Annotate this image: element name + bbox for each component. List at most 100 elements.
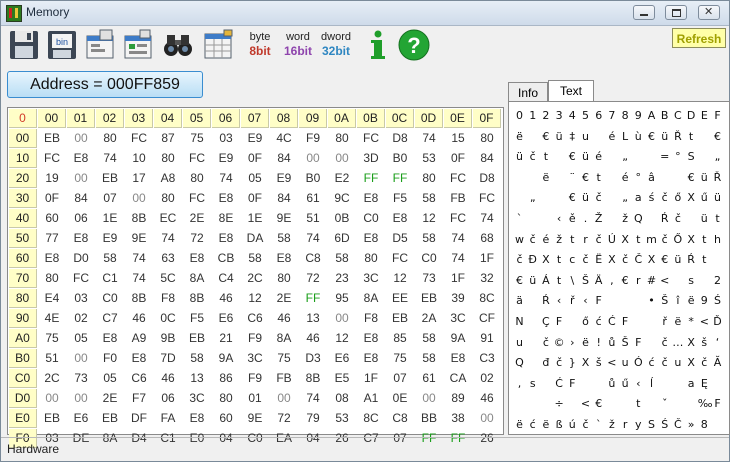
hex-byte-cell[interactable]: E8 — [357, 329, 385, 348]
hex-byte-cell[interactable]: 46 — [212, 289, 240, 308]
dword-32bit-button[interactable]: dword 32bit — [318, 30, 354, 62]
hex-byte-cell[interactable]: 58 — [415, 189, 443, 208]
hex-byte-cell[interactable]: E8 — [357, 349, 385, 368]
hex-byte-cell[interactable]: 9A — [212, 349, 240, 368]
hex-byte-cell[interactable]: 72 — [270, 409, 298, 428]
hex-byte-cell[interactable]: 68 — [473, 229, 501, 248]
hex-byte-cell[interactable]: 72 — [299, 269, 327, 288]
hex-byte-cell[interactable]: 02 — [67, 309, 95, 328]
hex-byte-cell[interactable]: 21 — [212, 329, 240, 348]
hex-byte-cell[interactable]: 2C — [241, 269, 269, 288]
save-floppy-icon[interactable] — [8, 28, 40, 62]
hex-byte-cell[interactable]: 19 — [38, 169, 66, 188]
hex-byte-cell[interactable]: 53 — [328, 409, 356, 428]
hex-byte-cell[interactable]: 06 — [67, 209, 95, 228]
hex-byte-cell[interactable]: 3C — [241, 349, 269, 368]
hex-byte-cell[interactable]: 8A — [270, 329, 298, 348]
hex-byte-cell[interactable]: E6 — [67, 409, 95, 428]
hex-byte-cell[interactable]: 2E — [96, 389, 124, 408]
hex-byte-cell[interactable]: 84 — [270, 149, 298, 168]
hex-byte-cell[interactable]: FF — [299, 289, 327, 308]
hex-byte-cell[interactable]: 89 — [444, 389, 472, 408]
hex-byte-cell[interactable]: 3C — [183, 389, 211, 408]
hex-byte-cell[interactable]: 60 — [38, 209, 66, 228]
hex-byte-cell[interactable]: 1F — [473, 249, 501, 268]
hex-byte-cell[interactable]: BB — [415, 409, 443, 428]
hex-byte-cell[interactable]: 86 — [212, 369, 240, 388]
hex-byte-cell[interactable]: 05 — [96, 369, 124, 388]
hex-byte-cell[interactable]: 32 — [473, 269, 501, 288]
hex-byte-cell[interactable]: 80 — [357, 249, 385, 268]
hex-byte-cell[interactable]: 5C — [154, 269, 182, 288]
hex-byte-cell[interactable]: 46 — [154, 369, 182, 388]
hex-byte-cell[interactable]: 8B — [125, 289, 153, 308]
info-icon[interactable] — [362, 28, 394, 62]
hex-byte-cell[interactable]: 4E — [38, 309, 66, 328]
hex-byte-cell[interactable]: 80 — [415, 169, 443, 188]
hex-byte-cell[interactable]: E9 — [212, 149, 240, 168]
hex-byte-cell[interactable]: 58 — [415, 329, 443, 348]
hex-byte-cell[interactable]: 00 — [328, 149, 356, 168]
hex-byte-cell[interactable]: 2A — [415, 309, 443, 328]
hex-byte-cell[interactable]: 61 — [415, 369, 443, 388]
hex-byte-cell[interactable]: FC — [183, 189, 211, 208]
byte-8bit-button[interactable]: byte 8bit — [242, 30, 278, 62]
hex-byte-cell[interactable]: FC — [125, 129, 153, 148]
hex-byte-cell[interactable]: 80 — [270, 269, 298, 288]
hex-byte-cell[interactable]: 00 — [473, 409, 501, 428]
binoculars-icon[interactable] — [162, 28, 194, 62]
text-pane[interactable]: 0 1 2 3 4 5 6 7 8 9 A B C D E Fë € ü ‡ u é Lù € ü Řt € ü č t € ü é „ = ° S „… — [508, 101, 730, 435]
hex-byte-cell[interactable]: B0 — [299, 169, 327, 188]
hex-byte-cell[interactable]: CB — [212, 249, 240, 268]
hex-byte-cell[interactable]: 12 — [415, 209, 443, 228]
hex-byte-cell[interactable]: 06 — [154, 389, 182, 408]
hex-byte-cell[interactable]: E8 — [212, 229, 240, 248]
hex-byte-cell[interactable]: C0 — [96, 289, 124, 308]
hex-byte-cell[interactable]: FC — [183, 149, 211, 168]
hex-byte-cell[interactable]: E8 — [212, 189, 240, 208]
hex-byte-cell[interactable]: 58 — [328, 249, 356, 268]
hex-byte-cell[interactable]: 73 — [67, 369, 95, 388]
address-button[interactable]: Address = 000FF859 — [7, 71, 203, 98]
hex-byte-cell[interactable]: 07 — [386, 369, 414, 388]
hex-byte-cell[interactable]: 80 — [38, 269, 66, 288]
hex-byte-cell[interactable]: 05 — [241, 169, 269, 188]
hex-byte-cell[interactable]: 80 — [328, 129, 356, 148]
hex-byte-cell[interactable]: E9 — [96, 229, 124, 248]
hex-byte-cell[interactable]: 58 — [415, 229, 443, 248]
hex-byte-cell[interactable]: E9 — [270, 169, 298, 188]
hex-byte-cell[interactable]: EB — [38, 409, 66, 428]
hex-byte-cell[interactable]: 79 — [299, 409, 327, 428]
hex-byte-cell[interactable]: E8 — [270, 249, 298, 268]
hex-byte-cell[interactable]: 0B — [328, 209, 356, 228]
hex-byte-cell[interactable]: 12 — [328, 329, 356, 348]
hex-byte-cell[interactable]: EE — [386, 289, 414, 308]
hex-byte-cell[interactable]: 80 — [154, 189, 182, 208]
hex-byte-cell[interactable]: 10 — [125, 149, 153, 168]
hex-byte-cell[interactable]: 9E — [270, 209, 298, 228]
hex-byte-cell[interactable]: 75 — [270, 349, 298, 368]
hex-byte-cell[interactable]: E8 — [183, 409, 211, 428]
hex-byte-cell[interactable]: FC — [473, 189, 501, 208]
hex-byte-cell[interactable]: C1 — [96, 269, 124, 288]
hex-byte-cell[interactable]: C8 — [299, 249, 327, 268]
hex-byte-cell[interactable]: 95 — [328, 289, 356, 308]
hex-byte-cell[interactable]: 46 — [473, 389, 501, 408]
hex-byte-cell[interactable]: 00 — [67, 129, 95, 148]
hex-byte-cell[interactable]: EB — [96, 409, 124, 428]
hex-byte-cell[interactable]: E8 — [67, 229, 95, 248]
hex-byte-cell[interactable]: 3C — [357, 269, 385, 288]
load-dialog-icon[interactable] — [84, 28, 116, 62]
hex-byte-cell[interactable]: 58 — [183, 349, 211, 368]
hex-byte-cell[interactable]: DA — [241, 229, 269, 248]
hex-byte-cell[interactable]: 03 — [212, 129, 240, 148]
hex-byte-cell[interactable]: 72 — [183, 229, 211, 248]
hex-byte-cell[interactable]: 58 — [415, 349, 443, 368]
hex-byte-cell[interactable]: 2E — [270, 289, 298, 308]
hex-byte-cell[interactable]: E8 — [67, 149, 95, 168]
hex-byte-cell[interactable]: 08 — [328, 389, 356, 408]
tab-info[interactable]: Info — [508, 82, 548, 102]
hex-byte-cell[interactable]: 15 — [444, 129, 472, 148]
hex-byte-cell[interactable]: C0 — [415, 249, 443, 268]
hex-byte-cell[interactable]: 74 — [444, 249, 472, 268]
